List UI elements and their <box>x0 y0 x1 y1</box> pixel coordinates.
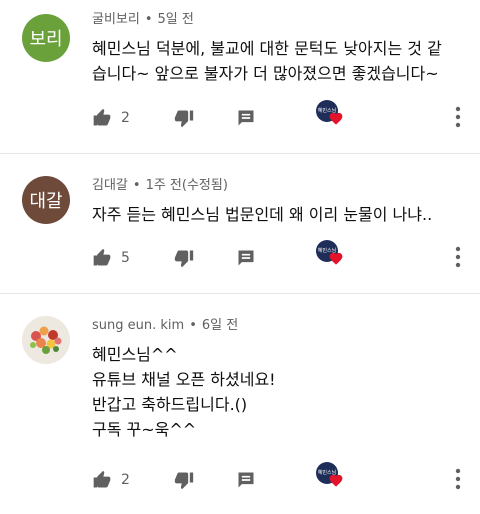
like-count: 2 <box>121 110 130 126</box>
creator-heart-badge: 혜민스님 <box>316 240 346 270</box>
comment-line: 혜민스님 덕분에, 불교에 대한 문턱도 낮아지는 것 같 <box>92 39 442 58</box>
comment-meta: sung eun. kim • 6일 전 <box>92 318 239 333</box>
avatar-initials: 보리 <box>29 29 63 50</box>
reply-button[interactable] <box>236 470 256 494</box>
more-vert-icon <box>455 246 461 268</box>
comment-actions: 2 혜민스님 <box>92 100 480 132</box>
comment-author[interactable]: 굴비보리 <box>92 12 140 27</box>
comment-time[interactable]: 6일 전 <box>202 318 238 333</box>
comment-author[interactable]: sung eun. kim <box>92 318 184 333</box>
comment-meta: 김대갈 • 1주 전(수정됨) <box>92 178 228 193</box>
reply-icon <box>238 472 254 488</box>
comment-actions: 2 혜민스님 <box>92 462 480 494</box>
comment-author[interactable]: 김대갈 <box>92 178 128 193</box>
thumb-up-icon <box>93 108 111 126</box>
comment-line: 혜민스님^^ <box>92 345 178 364</box>
thumb-up-icon <box>93 248 111 266</box>
comment-item: 대갈 김대갈 • 1주 전(수정됨) 자주 듣는 혜민스님 법문인데 왜 이리 눈물… <box>0 154 480 294</box>
creator-heart-icon <box>329 112 343 125</box>
thumb-down-icon <box>174 110 194 128</box>
creator-heart-badge: 혜민스님 <box>316 462 346 492</box>
dislike-button[interactable] <box>174 108 194 132</box>
comment-line: 유튜브 채널 오픈 하셨네요! <box>92 370 276 389</box>
creator-heart-icon <box>329 252 343 265</box>
like-count: 2 <box>121 472 130 488</box>
comment-item: 보리 굴비보리 • 5일 전 혜민스님 덕분에, 불교에 대한 문턱도 낮아지는 것… <box>0 0 480 154</box>
comment-line: 구독 꾸~욱^^ <box>92 420 197 439</box>
comment-line: 습니다~ 앞으로 불자가 더 많아졌으면 좋겠습니다~ <box>92 64 439 83</box>
more-options-button[interactable] <box>454 246 462 268</box>
comment-time[interactable]: 5일 전 <box>158 12 194 27</box>
comment-line: 자주 듣는 혜민스님 법문인데 왜 이리 눈물이 나냐.. <box>92 205 433 224</box>
reply-button[interactable] <box>236 108 256 132</box>
comment-line: 반갑고 축하드립니다.() <box>92 395 248 414</box>
more-vert-icon <box>455 106 461 128</box>
avatar[interactable]: 대갈 <box>22 176 70 224</box>
avatar[interactable] <box>22 316 70 364</box>
comment-text: 혜민스님 덕분에, 불교에 대한 문턱도 낮아지는 것 같 습니다~ 앞으로 불… <box>92 36 454 86</box>
like-button[interactable]: 2 <box>92 470 130 490</box>
avatar[interactable]: 보리 <box>22 14 70 62</box>
thumb-down-icon <box>174 250 194 268</box>
thumb-up-icon <box>93 470 111 488</box>
edited-label: (수정됨) <box>181 178 228 193</box>
comment-meta: 굴비보리 • 5일 전 <box>92 12 194 27</box>
reply-button[interactable] <box>236 248 256 272</box>
like-count: 5 <box>121 250 130 266</box>
flower-bouquet-icon <box>22 316 70 364</box>
dislike-button[interactable] <box>174 248 194 272</box>
comment-text: 자주 듣는 혜민스님 법문인데 왜 이리 눈물이 나냐.. <box>92 202 454 227</box>
dislike-button[interactable] <box>174 470 194 494</box>
creator-heart-icon <box>329 474 343 487</box>
reply-icon <box>238 110 254 126</box>
creator-heart-badge: 혜민스님 <box>316 100 346 130</box>
more-options-button[interactable] <box>454 468 462 490</box>
comment-item: sung eun. kim • 6일 전 혜민스님^^ 유튜브 채널 오픈 하셨네요… <box>0 294 480 514</box>
like-button[interactable]: 5 <box>92 248 130 268</box>
avatar-initials: 대갈 <box>29 191 63 212</box>
more-options-button[interactable] <box>454 106 462 128</box>
thumb-down-icon <box>174 472 194 490</box>
reply-icon <box>238 250 254 266</box>
like-button[interactable]: 2 <box>92 108 130 128</box>
comment-actions: 5 혜민스님 <box>92 240 480 272</box>
comment-text: 혜민스님^^ 유튜브 채널 오픈 하셨네요! 반갑고 축하드립니다.() 구독 … <box>92 342 454 442</box>
more-vert-icon <box>455 468 461 490</box>
comment-time[interactable]: 1주 전 <box>146 178 182 193</box>
